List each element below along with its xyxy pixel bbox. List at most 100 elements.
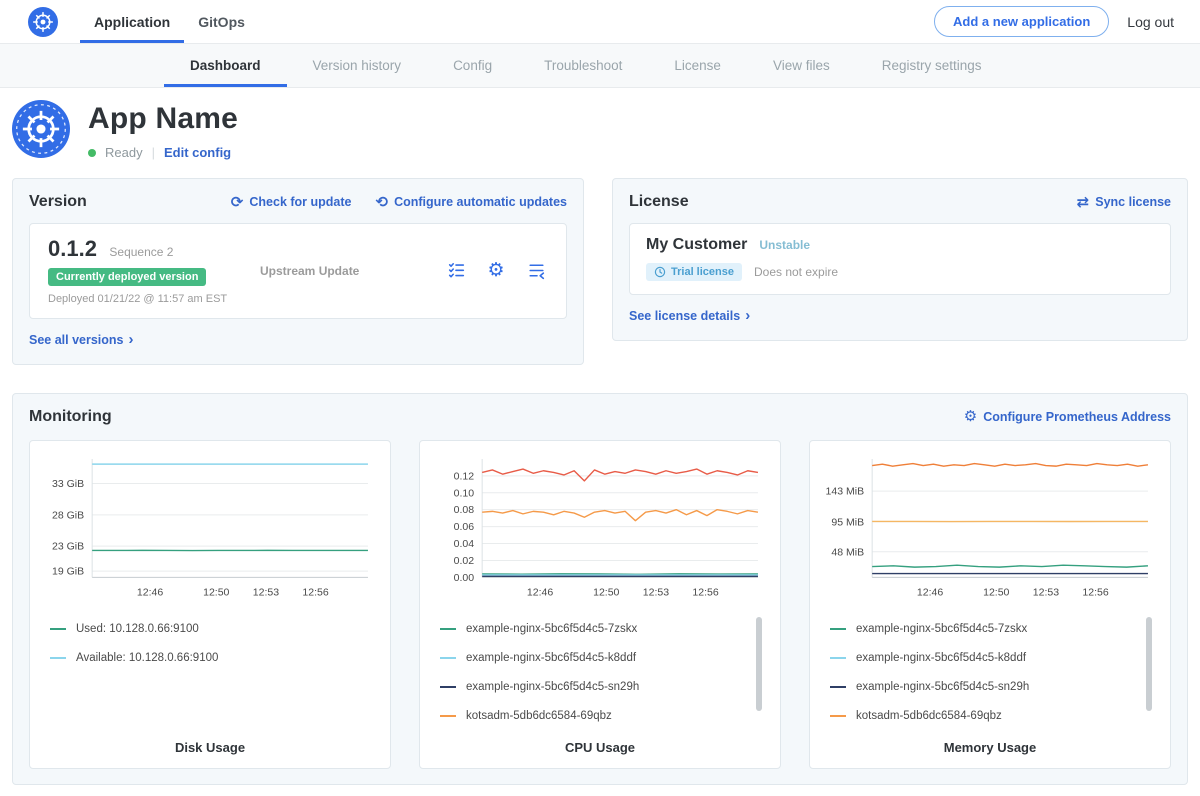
version-number: 0.1.2 [48,236,97,261]
subtab-view-files[interactable]: View files [747,44,856,87]
legend-swatch [830,686,846,688]
svg-text:12:56: 12:56 [302,586,328,598]
legend-swatch [830,657,846,659]
version-sequence: Sequence 2 [109,245,173,259]
clock-icon [654,266,666,278]
current-version-row: 0.1.2 Sequence 2 Currently deployed vers… [29,223,567,319]
status-dot-icon [88,149,96,157]
tab-gitops[interactable]: GitOps [184,0,259,43]
version-card-header: Version ⟳ Check for update ⟲ Configure a… [29,193,567,211]
gear-icon: ⚙ [964,409,977,424]
svg-text:0.06: 0.06 [454,521,475,533]
monitoring-header: Monitoring ⚙ Configure Prometheus Addres… [29,408,1171,426]
svg-text:143 MiB: 143 MiB [826,485,865,497]
current-version-info: 0.1.2 Sequence 2 Currently deployed vers… [48,236,260,305]
svg-text:0.00: 0.00 [454,571,475,583]
legend-swatch [50,657,66,659]
license-title: License [629,193,689,211]
legend-item: example-nginx-5bc6f5d4c5-sn29h [440,673,762,702]
app-header-text: App Name Ready | Edit config [88,100,238,160]
legend-swatch [830,715,846,717]
configure-automatic-updates-link[interactable]: ⟲ Configure automatic updates [375,195,567,210]
legend-scrollbar[interactable] [756,617,762,711]
version-action-icons: ⚙ [444,259,548,283]
legend-label: example-nginx-5bc6f5d4c5-7zskx [856,623,1027,635]
configure-prometheus-link[interactable]: ⚙ Configure Prometheus Address [964,409,1171,424]
version-header-links: ⟳ Check for update ⟲ Configure automatic… [231,195,567,210]
subtab-version-history[interactable]: Version history [287,44,428,87]
svg-text:12:46: 12:46 [917,586,943,598]
svg-text:33 GiB: 33 GiB [52,478,84,490]
configure-automatic-updates-label: Configure automatic updates [394,195,567,209]
svg-text:19 GiB: 19 GiB [52,565,84,577]
monitoring-title: Monitoring [29,408,112,426]
legend-label: kotsadm-5db6dc6584-69qbz [466,710,612,722]
chart-title: Disk Usage [42,740,378,755]
check-for-update-link[interactable]: ⟳ Check for update [231,195,352,210]
disk-usage-legend: Used: 10.128.0.66:9100Available: 10.128.… [50,615,372,731]
subtab-view-files-label: View files [773,58,830,73]
logout-link[interactable]: Log out [1127,14,1174,30]
config-gear-icon[interactable]: ⚙ [484,259,508,283]
release-notes-icon[interactable] [444,259,468,283]
subtab-version-history-label: Version history [313,58,402,73]
svg-text:12:53: 12:53 [1033,586,1059,598]
upstream-update-label: Upstream Update [260,264,359,278]
svg-text:12:50: 12:50 [593,586,619,598]
monitoring-card: Monitoring ⚙ Configure Prometheus Addres… [12,393,1188,785]
subtab-dashboard[interactable]: Dashboard [164,44,287,87]
tab-gitops-label: GitOps [198,14,245,30]
svg-text:12:56: 12:56 [1082,586,1108,598]
legend-label: example-nginx-5bc6f5d4c5-k8ddf [856,652,1026,664]
svg-text:12:46: 12:46 [527,586,553,598]
subtab-troubleshoot[interactable]: Troubleshoot [518,44,648,87]
memory-usage-chart-card: 48 MiB95 MiB143 MiB12:4612:5012:5312:56 … [809,440,1171,769]
see-all-versions-link[interactable]: See all versions › [29,332,134,347]
edit-config-link[interactable]: Edit config [164,145,231,160]
deployed-timestamp: Deployed 01/21/22 @ 11:57 am EST [48,293,260,305]
subtab-license-label: License [674,58,721,73]
add-application-button[interactable]: Add a new application [934,6,1109,37]
subtab-dashboard-label: Dashboard [190,58,261,73]
subtab-troubleshoot-label: Troubleshoot [544,58,622,73]
chevron-right-icon: › [745,308,750,323]
legend-label: example-nginx-5bc6f5d4c5-sn29h [466,681,639,693]
subtab-registry-settings[interactable]: Registry settings [856,44,1008,87]
page-title: App Name [88,102,238,136]
memory-usage-legend: example-nginx-5bc6f5d4c5-7zskx example-ng… [830,615,1152,731]
svg-text:12:53: 12:53 [643,586,669,598]
cpu-usage-legend: example-nginx-5bc6f5d4c5-7zskxexample-ng… [440,615,762,731]
version-card: Version ⟳ Check for update ⟲ Configure a… [12,178,584,365]
refresh-icon: ⟳ [231,195,244,210]
subtab-config-label: Config [453,58,492,73]
svg-text:28 GiB: 28 GiB [52,509,84,521]
sync-license-link[interactable]: ⇄ Sync license [1077,195,1171,210]
license-card: License ⇄ Sync license My Customer Unsta… [612,178,1188,341]
svg-text:12:46: 12:46 [137,586,163,598]
view-diff-icon[interactable] [524,259,548,283]
tab-application[interactable]: Application [80,0,184,43]
status-text: Ready [105,145,143,160]
license-card-header: License ⇄ Sync license [629,193,1171,211]
svg-text:0.10: 0.10 [454,487,475,499]
subtab-config[interactable]: Config [427,44,518,87]
legend-swatch [440,628,456,630]
legend-item: example-nginx-5bc6f5d4c5-sn29h [830,673,1152,702]
cpu-usage-chart-card: 0.000.020.040.060.080.100.1212:4612:5012… [419,440,781,769]
svg-text:0.02: 0.02 [454,554,475,566]
app-sub-nav: Dashboard Version history Config Trouble… [0,44,1200,88]
license-info-row: My Customer Unstable Trial license Does … [629,223,1171,295]
see-all-versions-label: See all versions [29,333,124,347]
kubernetes-logo-icon [28,7,58,37]
legend-label: Used: 10.128.0.66:9100 [76,623,199,635]
memory-usage-chart: 48 MiB95 MiB143 MiB12:4612:5012:5312:56 [822,453,1158,603]
configure-prometheus-label: Configure Prometheus Address [983,410,1171,424]
see-license-details-link[interactable]: See license details › [629,308,750,323]
svg-text:12:53: 12:53 [253,586,279,598]
subtab-license[interactable]: License [648,44,747,87]
legend-scrollbar[interactable] [1146,617,1152,711]
legend-item: kotsadm-5db6dc6584-69qbz [830,702,1152,731]
chart-title: CPU Usage [432,740,768,755]
trial-license-label: Trial license [671,266,734,278]
svg-text:48 MiB: 48 MiB [831,546,864,558]
